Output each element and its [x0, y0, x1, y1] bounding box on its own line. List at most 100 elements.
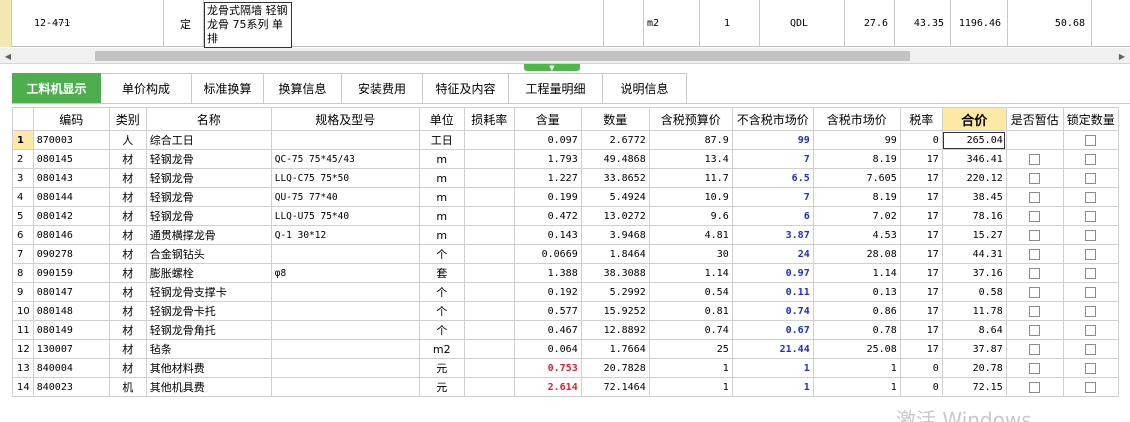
cell-cat[interactable]: 材: [108, 225, 147, 245]
cell-name[interactable]: 其他机具费: [145, 377, 272, 397]
cell-unit[interactable]: 套: [418, 263, 465, 283]
column-header-is-estimate[interactable]: 是否暂估: [1005, 107, 1064, 131]
cell-cat[interactable]: 材: [108, 263, 147, 283]
quota-v1-cell[interactable]: 27.6: [845, 0, 895, 47]
cell-mp[interactable]: 99: [731, 130, 814, 150]
cell-total[interactable]: 44.31: [941, 244, 1007, 264]
cell-is-estimate[interactable]: [1005, 225, 1064, 245]
cell-name[interactable]: 膨胀螺栓: [145, 263, 272, 283]
cell-total[interactable]: 20.78: [941, 358, 1007, 378]
cell-tax[interactable]: 0: [899, 130, 943, 150]
cell-qty[interactable]: 72.1464: [580, 377, 650, 397]
cell-mp[interactable]: 0.74: [731, 301, 814, 321]
cell-tax[interactable]: 17: [899, 149, 943, 169]
cell-tax[interactable]: 17: [899, 301, 943, 321]
cell-mp[interactable]: 0.97: [731, 263, 814, 283]
cell-code[interactable]: 090278: [32, 244, 110, 264]
cell-cat[interactable]: 材: [108, 149, 147, 169]
cell-spec[interactable]: LLQ-C75 75*50: [270, 168, 420, 188]
cell-code[interactable]: 130007: [32, 339, 110, 359]
cell-lock-qty[interactable]: [1062, 282, 1119, 302]
cell-is-estimate[interactable]: [1005, 377, 1064, 397]
cell-bp[interactable]: 10.9: [648, 187, 733, 207]
cell-tax[interactable]: 17: [899, 320, 943, 340]
cell-bp[interactable]: 1: [648, 377, 733, 397]
cell-tmp[interactable]: 25.08: [812, 339, 901, 359]
cell-name[interactable]: 毡条: [145, 339, 272, 359]
cell-n[interactable]: 7: [12, 244, 34, 264]
cell-lock-qty[interactable]: [1062, 358, 1119, 378]
tab-notes[interactable]: 说明信息: [603, 73, 687, 104]
cell-spec[interactable]: Q-1 30*12: [270, 225, 420, 245]
cell-tmp[interactable]: 1: [812, 358, 901, 378]
cell-loss[interactable]: [463, 301, 515, 321]
lock-checkbox[interactable]: [1085, 363, 1097, 374]
cell-tax[interactable]: 17: [899, 339, 943, 359]
cell-is-estimate[interactable]: [1005, 301, 1064, 321]
cell-mp[interactable]: 7: [731, 187, 814, 207]
cell-tmp[interactable]: 7.605: [812, 168, 901, 188]
cell-n[interactable]: 11: [12, 320, 34, 340]
cell-n[interactable]: 8: [12, 263, 34, 283]
cell-spec[interactable]: [270, 130, 420, 150]
cell-name[interactable]: 轻钢龙骨卡托: [145, 301, 272, 321]
cell-name[interactable]: 通贯横撑龙骨: [145, 225, 272, 245]
cell-bp[interactable]: 11.7: [648, 168, 733, 188]
column-header-tax-rate[interactable]: 税率: [899, 107, 943, 131]
cell-lock-qty[interactable]: [1062, 187, 1119, 207]
cell-unit[interactable]: m: [418, 168, 465, 188]
cell-tmp[interactable]: 1.14: [812, 263, 901, 283]
cell-mp[interactable]: 0.11: [731, 282, 814, 302]
estimate-checkbox[interactable]: [1029, 230, 1041, 241]
cell-spec[interactable]: [270, 320, 420, 340]
cell-unit[interactable]: 个: [418, 244, 465, 264]
cell-is-estimate[interactable]: [1005, 244, 1064, 264]
cell-bp[interactable]: 1.14: [648, 263, 733, 283]
cell-total[interactable]: 78.16: [941, 206, 1007, 226]
lock-checkbox[interactable]: [1085, 173, 1097, 184]
column-header-code[interactable]: 编码: [32, 107, 110, 131]
cell-is-estimate[interactable]: [1005, 263, 1064, 283]
cell-tax[interactable]: 17: [899, 225, 943, 245]
cell-content[interactable]: 0.753: [513, 358, 582, 378]
lock-checkbox[interactable]: [1085, 306, 1097, 317]
cell-name[interactable]: 轻钢龙骨: [145, 187, 272, 207]
cell-loss[interactable]: [463, 206, 515, 226]
cell-lock-qty[interactable]: [1062, 168, 1119, 188]
table-row[interactable]: 5 080142 材轻钢龙骨 LLQ-U75 75*40 m 0.472 13.0272 9.…: [12, 206, 1119, 226]
cell-unit[interactable]: m: [418, 225, 465, 245]
cell-bp[interactable]: 87.9: [648, 130, 733, 150]
cell-total[interactable]: 37.87: [941, 339, 1007, 359]
cell-unit[interactable]: m: [418, 187, 465, 207]
quota-name-cell[interactable]: 龙骨式隔墙 轻钢龙骨 75系列 单排: [204, 0, 604, 48]
horizontal-scrollbar[interactable]: ◀ ▶: [0, 48, 1130, 64]
cell-qty[interactable]: 38.3088: [580, 263, 650, 283]
column-header-market-price-inc-tax[interactable]: 含税市场价: [812, 107, 901, 131]
cell-loss[interactable]: [463, 244, 515, 264]
cell-loss[interactable]: [463, 320, 515, 340]
cell-unit[interactable]: 工日: [418, 130, 465, 150]
cell-unit[interactable]: 元: [418, 377, 465, 397]
cell-name[interactable]: 轻钢龙骨角托: [145, 320, 272, 340]
cell-cat[interactable]: 材: [108, 244, 147, 264]
cell-loss[interactable]: [463, 168, 515, 188]
lock-checkbox[interactable]: [1085, 382, 1097, 393]
cell-lock-qty[interactable]: [1062, 130, 1119, 150]
cell-total[interactable]: 346.41: [941, 149, 1007, 169]
cell-is-estimate[interactable]: [1005, 149, 1064, 169]
cell-content[interactable]: 0.097: [513, 130, 582, 150]
cell-content[interactable]: 1.227: [513, 168, 582, 188]
cell-tmp[interactable]: 8.19: [812, 149, 901, 169]
cell-spec[interactable]: QC-75 75*45/43: [270, 149, 420, 169]
cell-mp[interactable]: 6.5: [731, 168, 814, 188]
cell-lock-qty[interactable]: [1062, 225, 1119, 245]
cell-spec[interactable]: φ8: [270, 263, 420, 283]
cell-total[interactable]: 8.64: [941, 320, 1007, 340]
cell-code[interactable]: 870003: [32, 130, 110, 150]
cell-cat[interactable]: 材: [108, 206, 147, 226]
cell-cat[interactable]: 材: [108, 320, 147, 340]
cell-content[interactable]: 0.064: [513, 339, 582, 359]
lock-checkbox[interactable]: [1085, 287, 1097, 298]
cell-total[interactable]: 15.27: [941, 225, 1007, 245]
cell-code[interactable]: 080145: [32, 149, 110, 169]
